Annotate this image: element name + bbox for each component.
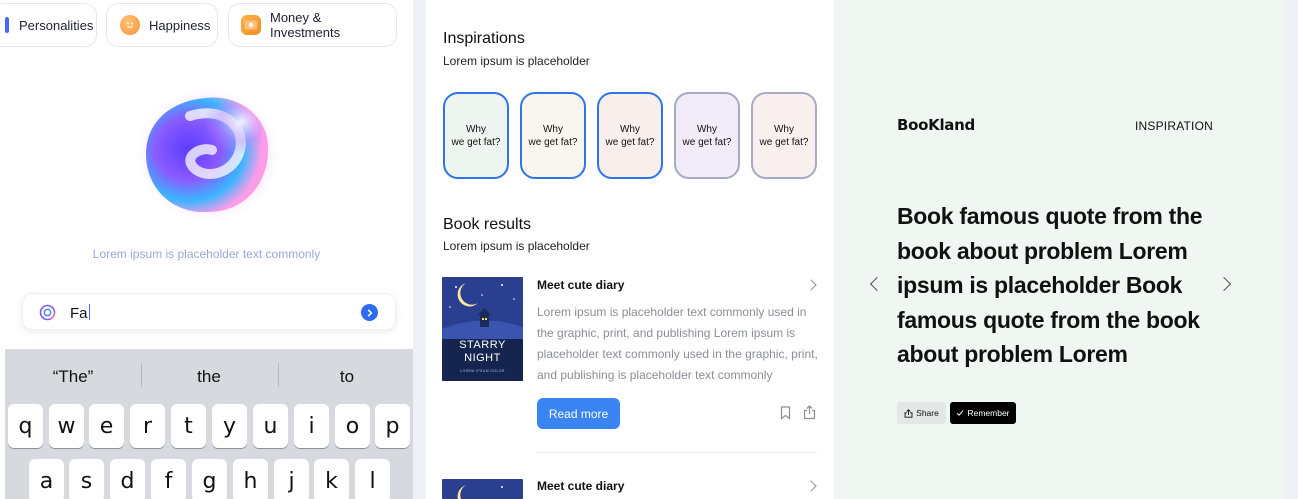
key-o[interactable]: o bbox=[335, 404, 370, 448]
key-q[interactable]: q bbox=[8, 404, 43, 448]
chevron-right-icon[interactable] bbox=[805, 480, 817, 492]
remember-button[interactable]: Remember bbox=[950, 402, 1016, 424]
nav-inspiration[interactable]: INSPIRATION bbox=[1135, 119, 1213, 133]
text-caret bbox=[88, 304, 90, 320]
key-l[interactable]: l bbox=[355, 459, 390, 499]
suggestion-item[interactable]: the bbox=[169, 367, 249, 387]
book-results-subtitle: Lorem ipsum is placeholder bbox=[443, 239, 590, 253]
key-i[interactable]: i bbox=[294, 404, 329, 448]
read-more-button[interactable]: Read more bbox=[537, 398, 620, 429]
suggestion-item[interactable]: “The” bbox=[33, 367, 113, 387]
key-y[interactable]: y bbox=[212, 404, 247, 448]
send-icon[interactable] bbox=[361, 304, 378, 321]
card-line: Why bbox=[696, 123, 717, 135]
search-input[interactable]: Fa bbox=[70, 304, 90, 322]
card-line: we get fat? bbox=[682, 136, 732, 148]
share-label: Share bbox=[916, 408, 939, 418]
cover-author: LOREM IPSUM DOLOR bbox=[460, 369, 505, 373]
quote-text: Book famous quote from the book about pr… bbox=[897, 203, 1203, 367]
card-line: Why bbox=[542, 123, 563, 135]
result-divider bbox=[537, 452, 817, 453]
next-arrow-icon[interactable] bbox=[1216, 276, 1232, 292]
assistant-caption: Lorem ipsum is placeholder text commonly bbox=[92, 247, 321, 261]
chip-money-investments[interactable]: Money & Investments bbox=[228, 3, 397, 47]
chip-happiness[interactable]: Happiness bbox=[106, 3, 218, 47]
chip-label: Personalities bbox=[19, 17, 94, 33]
chip-personalities[interactable]: Personalities bbox=[0, 3, 97, 47]
inspiration-card[interactable]: Why we get fat? bbox=[674, 92, 740, 179]
inspiration-card[interactable]: Why we get fat? bbox=[520, 92, 586, 179]
category-chips: Personalities Happiness Money & Investme… bbox=[0, 3, 413, 47]
assistant-panel: Personalities Happiness Money & Investme… bbox=[0, 0, 413, 499]
remember-label: Remember bbox=[967, 408, 1010, 418]
on-screen-keyboard: “The” the to q w e r t y u i o p a s d f… bbox=[5, 349, 413, 499]
card-line: Why bbox=[619, 123, 640, 135]
key-w[interactable]: w bbox=[49, 404, 84, 448]
card-line: we get fat? bbox=[605, 136, 655, 148]
key-j[interactable]: j bbox=[274, 459, 309, 499]
check-icon bbox=[957, 410, 964, 416]
key-a[interactable]: a bbox=[29, 459, 64, 499]
smiley-icon bbox=[120, 15, 140, 35]
key-f[interactable]: f bbox=[151, 459, 186, 499]
brand-logo[interactable]: BooKland bbox=[897, 116, 975, 134]
bookmark-icon[interactable] bbox=[780, 406, 791, 425]
inspiration-card[interactable]: Why we get fat? bbox=[597, 92, 663, 179]
suggestion-divider bbox=[141, 363, 142, 387]
key-r[interactable]: r bbox=[130, 404, 165, 448]
suggestion-divider bbox=[278, 363, 279, 387]
book-cover[interactable]: STARRY NIGHT LOREM IPSUM DOLOR bbox=[442, 277, 523, 381]
key-k[interactable]: k bbox=[314, 459, 349, 499]
book-description: Lorem ipsum is placeholder text commonly… bbox=[537, 305, 818, 382]
card-line: Why bbox=[465, 123, 486, 135]
bar-icon bbox=[5, 17, 9, 33]
key-h[interactable]: h bbox=[233, 459, 268, 499]
key-g[interactable]: g bbox=[192, 459, 227, 499]
book-title[interactable]: Meet cute diary bbox=[537, 278, 624, 292]
key-d[interactable]: d bbox=[110, 459, 145, 499]
inspiration-card[interactable]: Why we get fat? bbox=[443, 92, 509, 179]
book-title[interactable]: Meet cute diary bbox=[537, 479, 624, 493]
share-button[interactable]: Share bbox=[897, 402, 946, 424]
share-icon bbox=[904, 408, 913, 418]
share-icon[interactable] bbox=[803, 405, 816, 425]
results-panel: Inspirations Lorem ipsum is placeholder … bbox=[426, 0, 834, 499]
inspiration-card[interactable]: Why we get fat? bbox=[751, 92, 817, 179]
inspirations-title: Inspirations bbox=[443, 30, 525, 47]
previous-arrow-icon[interactable] bbox=[869, 276, 885, 292]
key-s[interactable]: s bbox=[69, 459, 104, 499]
screen: Personalities Happiness Money & Investme… bbox=[0, 0, 1298, 499]
card-line: Why bbox=[773, 123, 794, 135]
chevron-right-icon[interactable] bbox=[805, 279, 817, 291]
key-p[interactable]: p bbox=[375, 404, 410, 448]
quote-panel: BooKland INSPIRATION Book famous quote f… bbox=[835, 0, 1285, 499]
ai-orb-graphic bbox=[128, 84, 285, 226]
book-cover[interactable] bbox=[442, 479, 523, 499]
book-results-title: Book results bbox=[443, 216, 532, 233]
key-e[interactable]: e bbox=[89, 404, 124, 448]
suggestion-item[interactable]: to bbox=[307, 367, 387, 387]
key-u[interactable]: u bbox=[253, 404, 288, 448]
card-line: we get fat? bbox=[528, 136, 578, 148]
inspirations-subtitle: Lorem ipsum is placeholder bbox=[443, 54, 590, 68]
assistant-search-bar[interactable]: Fa bbox=[22, 293, 396, 330]
suggestion-bar: “The” the to bbox=[5, 349, 413, 403]
key-t[interactable]: t bbox=[171, 404, 206, 448]
chip-label: Money & Investments bbox=[270, 10, 341, 40]
ai-sparkle-icon bbox=[38, 303, 57, 327]
cover-title: STARRY NIGHT bbox=[459, 339, 506, 364]
chip-label: Happiness bbox=[149, 17, 211, 33]
card-line: we get fat? bbox=[451, 136, 501, 148]
card-line: we get fat? bbox=[759, 136, 809, 148]
money-icon bbox=[241, 15, 261, 35]
